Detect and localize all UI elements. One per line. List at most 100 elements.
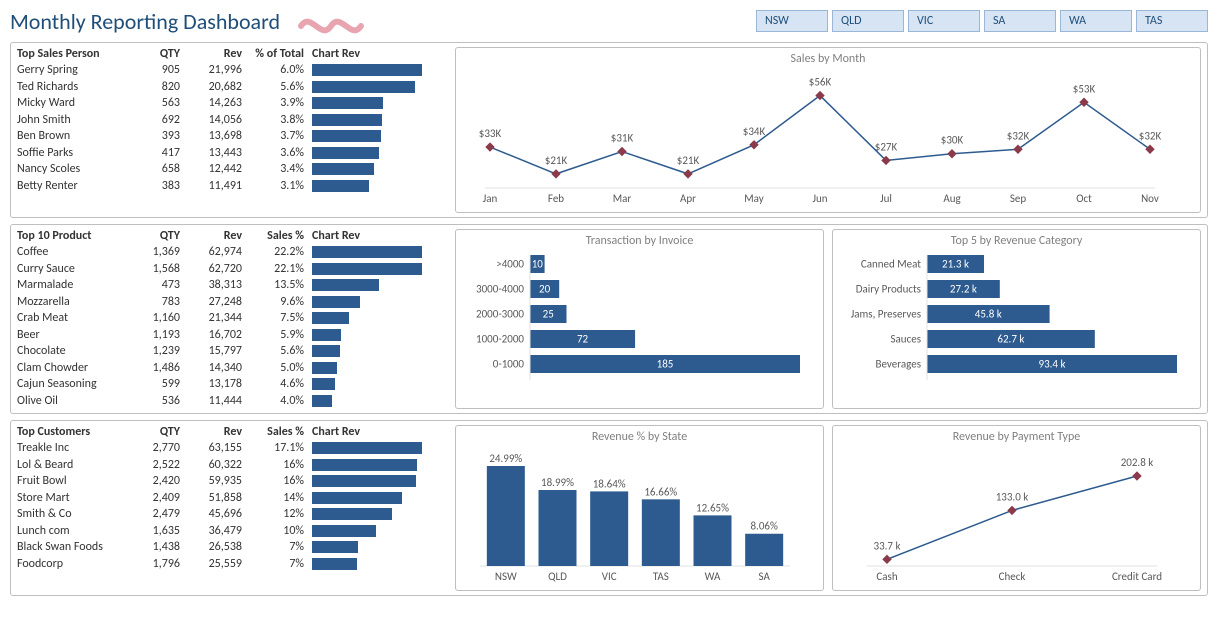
chart-title: Transaction by Invoice	[460, 234, 819, 248]
table-customers: Top Customers QTY Rev Sales % Chart RevT…	[17, 425, 447, 591]
state-tab-vic[interactable]: VIC	[908, 10, 980, 32]
svg-text:Jul: Jul	[880, 192, 892, 205]
svg-text:72: 72	[577, 333, 589, 346]
col-name: Top Customers	[17, 425, 137, 439]
col-rev: Rev	[192, 229, 252, 243]
svg-text:WA: WA	[705, 570, 721, 583]
state-tab-qld[interactable]: QLD	[832, 10, 904, 32]
chart-revenue-by-payment: Revenue by Payment Type Cash 33.7 k Check 1…	[832, 425, 1201, 591]
chart-title: Sales by Month	[460, 52, 1196, 66]
table-row: Coffee 1,369 62,974 22.2%	[17, 244, 447, 261]
logo-icon	[296, 6, 376, 36]
col-qty: QTY	[137, 425, 192, 439]
svg-text:$21K: $21K	[545, 154, 568, 167]
svg-text:Jun: Jun	[812, 192, 827, 205]
svg-text:0-1000: 0-1000	[493, 358, 525, 371]
section-salesperson: Top Sales Person QTY Rev % of Total Char…	[10, 42, 1208, 218]
svg-text:8.06%: 8.06%	[750, 520, 778, 533]
svg-text:202.8 k: 202.8 k	[1121, 456, 1154, 469]
table-row: Black Swan Foods 1,438 26,538 7%	[17, 539, 447, 556]
chart-title: Revenue by Payment Type	[837, 430, 1196, 444]
state-tab-nsw[interactable]: NSW	[756, 10, 828, 32]
svg-text:2000-3000: 2000-3000	[476, 308, 524, 321]
svg-text:Beverages: Beverages	[876, 358, 921, 371]
page-title: Monthly Reporting Dashboard	[10, 8, 280, 35]
svg-text:185: 185	[657, 358, 674, 371]
svg-text:Cash: Cash	[876, 570, 897, 583]
table-row: Ted Richards 820 20,682 5.6%	[17, 79, 447, 96]
chart-transaction-by-invoice: Transaction by Invoice >4000103000-40002…	[455, 229, 824, 409]
table-row: Fruit Bowl 2,420 59,935 16%	[17, 473, 447, 490]
table-row: Olive Oil 536 11,444 4.0%	[17, 393, 447, 410]
table-row: Crab Meat 1,160 21,344 7.5%	[17, 310, 447, 327]
svg-text:18.99%: 18.99%	[541, 476, 574, 489]
col-qty: QTY	[137, 47, 192, 61]
svg-text:27.2 k: 27.2 k	[950, 283, 977, 296]
svg-text:Nov: Nov	[1141, 192, 1159, 205]
svg-text:$30K: $30K	[941, 134, 964, 147]
svg-text:Canned Meat: Canned Meat	[861, 258, 921, 271]
svg-text:20: 20	[539, 283, 551, 296]
svg-text:$32K: $32K	[1007, 129, 1030, 142]
svg-text:VIC: VIC	[602, 570, 617, 583]
table-products: Top 10 Product QTY Rev Sales % Chart Rev…	[17, 229, 447, 409]
svg-text:18.64%: 18.64%	[593, 477, 626, 490]
svg-text:$32K: $32K	[1139, 129, 1162, 142]
svg-text:93.4 k: 93.4 k	[1039, 358, 1066, 371]
state-tab-tas[interactable]: TAS	[1136, 10, 1208, 32]
col-pct: % of Total	[252, 47, 312, 61]
svg-text:$27K: $27K	[875, 140, 898, 153]
chart-sales-by-month: Sales by Month Jan$33KFeb$21KMar$31KApr$…	[455, 47, 1201, 213]
table-row: Beer 1,193 16,702 5.9%	[17, 327, 447, 344]
svg-text:62.7 k: 62.7 k	[997, 333, 1024, 346]
table-row: Nancy Scoles 658 12,442 3.4%	[17, 161, 447, 178]
table-row: John Smith 692 14,056 3.8%	[17, 112, 447, 129]
table-row: Mozzarella 783 27,248 9.6%	[17, 294, 447, 311]
col-name: Top Sales Person	[17, 47, 137, 61]
table-row: Chocolate 1,239 15,797 5.6%	[17, 343, 447, 360]
svg-text:133.0 k: 133.0 k	[996, 490, 1029, 503]
svg-text:SA: SA	[758, 570, 770, 583]
svg-text:Check: Check	[999, 570, 1026, 583]
table-row: Treakle Inc 2,770 63,155 17.1%	[17, 440, 447, 457]
col-chart: Chart Rev	[312, 425, 422, 439]
svg-text:Feb: Feb	[548, 192, 564, 205]
col-chart: Chart Rev	[312, 47, 422, 61]
table-row: Curry Sauce 1,568 62,720 22.1%	[17, 261, 447, 278]
table-row: Betty Renter 383 11,491 3.1%	[17, 178, 447, 195]
svg-text:$56K: $56K	[809, 76, 832, 89]
svg-text:Sauces: Sauces	[890, 333, 921, 346]
svg-text:May: May	[744, 192, 763, 205]
col-qty: QTY	[137, 229, 192, 243]
svg-text:Dairy Products: Dairy Products	[856, 283, 921, 296]
table-row: Store Mart 2,409 51,858 14%	[17, 490, 447, 507]
table-row: Cajun Seasoning 599 13,178 4.6%	[17, 376, 447, 393]
svg-text:TAS: TAS	[653, 570, 669, 583]
table-salesperson: Top Sales Person QTY Rev % of Total Char…	[17, 47, 447, 213]
svg-text:45.8 k: 45.8 k	[975, 308, 1002, 321]
svg-text:25: 25	[543, 308, 554, 321]
svg-text:$31K: $31K	[611, 132, 634, 145]
svg-text:Jams, Preserves: Jams, Preserves	[851, 308, 921, 321]
table-row: Marmalade 473 38,313 13.5%	[17, 277, 447, 294]
col-rev: Rev	[192, 425, 252, 439]
state-tab-sa[interactable]: SA	[984, 10, 1056, 32]
svg-text:>4000: >4000	[496, 258, 524, 271]
dashboard-header: Monthly Reporting Dashboard NSWQLDVICSAW…	[10, 6, 1208, 36]
chart-top5-category: Top 5 by Revenue Category Canned Meat21.…	[832, 229, 1201, 409]
svg-text:$34K: $34K	[743, 125, 766, 138]
svg-text:Jan: Jan	[483, 192, 498, 205]
table-row: Ben Brown 393 13,698 3.7%	[17, 128, 447, 145]
svg-text:NSW: NSW	[495, 570, 517, 583]
col-chart: Chart Rev	[312, 229, 422, 243]
col-rev: Rev	[192, 47, 252, 61]
table-row: Lol & Beard 2,522 60,322 16%	[17, 457, 447, 474]
svg-text:$53K: $53K	[1073, 82, 1096, 95]
svg-text:33.7 k: 33.7 k	[874, 539, 901, 552]
chart-title: Revenue % by State	[460, 430, 819, 444]
state-tab-wa[interactable]: WA	[1060, 10, 1132, 32]
section-products: Top 10 Product QTY Rev Sales % Chart Rev…	[10, 224, 1208, 414]
svg-text:16.66%: 16.66%	[644, 485, 677, 498]
svg-text:$33K: $33K	[479, 127, 502, 140]
svg-text:Aug: Aug	[943, 192, 960, 205]
